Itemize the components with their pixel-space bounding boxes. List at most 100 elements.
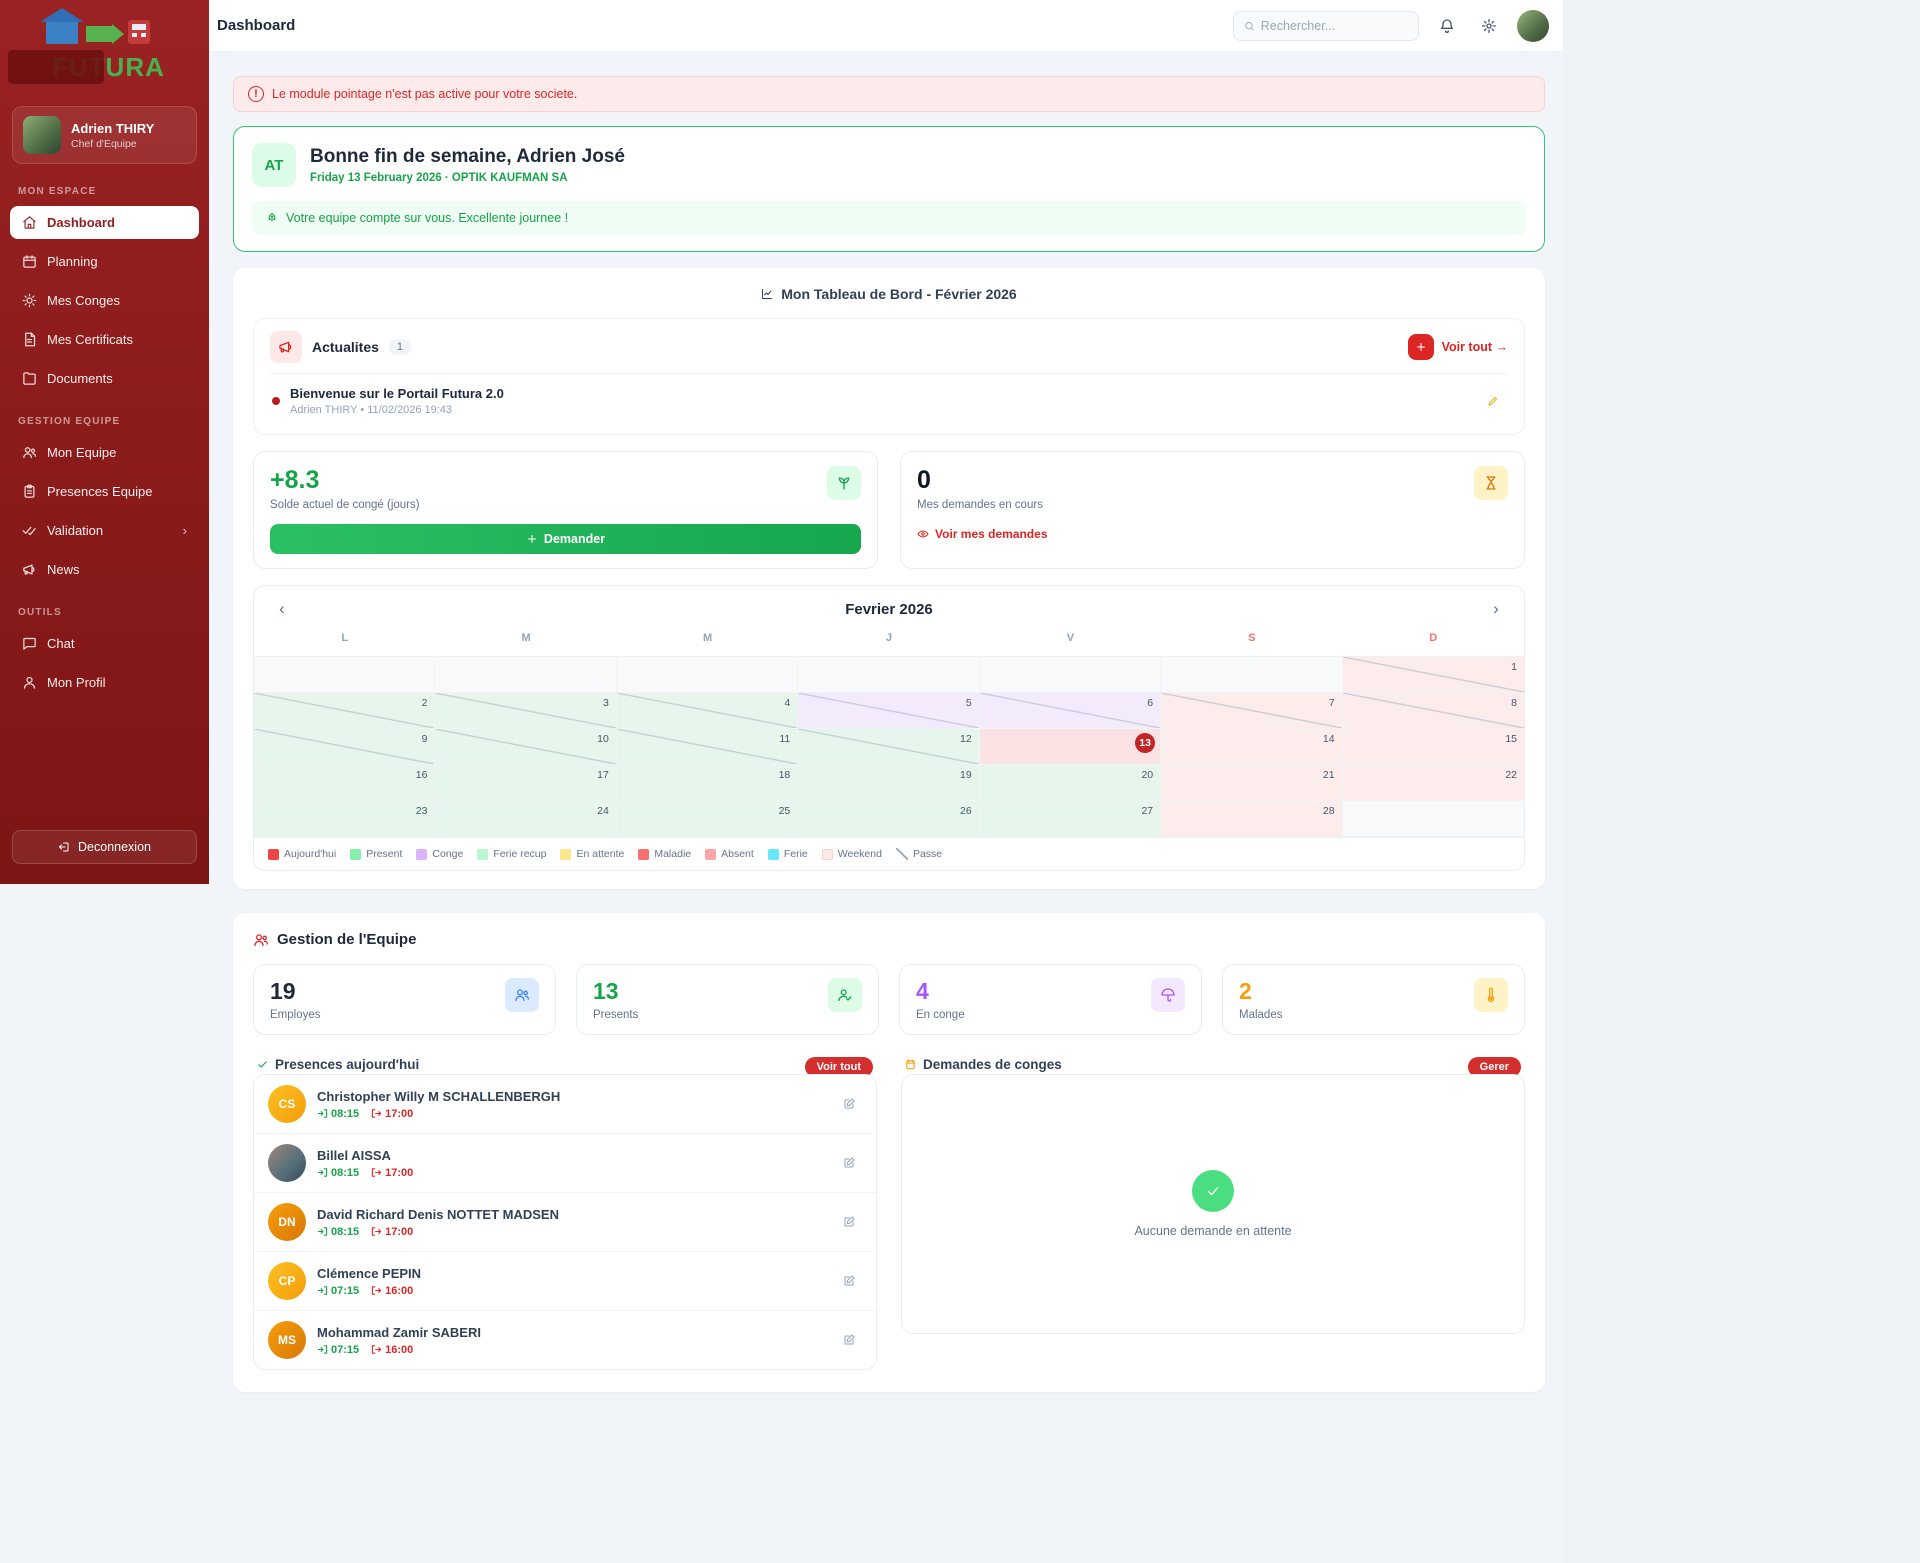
search-box[interactable] bbox=[1233, 11, 1419, 41]
calendar-day[interactable]: 4 bbox=[617, 693, 798, 729]
calendar-day[interactable]: 9 bbox=[254, 729, 435, 765]
time-in: 08:15 bbox=[331, 1108, 359, 1120]
add-news-button[interactable] bbox=[1408, 334, 1434, 360]
calendar-day[interactable]: 15 bbox=[1343, 729, 1524, 765]
calendar-day-headers: L M M J V S D bbox=[254, 632, 1524, 656]
notifications-button[interactable] bbox=[1433, 12, 1461, 40]
sidebar-item-chat[interactable]: Chat bbox=[10, 627, 199, 660]
logout-button[interactable]: Deconnexion bbox=[12, 830, 197, 864]
sidebar-item-presences-equipe[interactable]: Presences Equipe bbox=[10, 475, 199, 508]
calendar-day[interactable]: 16 bbox=[254, 765, 435, 801]
edit-presence-button[interactable] bbox=[836, 1268, 862, 1294]
sidebar-item-validation[interactable]: Validation › bbox=[10, 514, 199, 547]
presence-row[interactable]: Billel AISSA 08:15 17:00 bbox=[254, 1134, 876, 1193]
calendar-day[interactable]: 19 bbox=[798, 765, 979, 801]
calendar-day[interactable]: 8 bbox=[1343, 693, 1524, 729]
calendar-day[interactable]: 20 bbox=[980, 765, 1161, 801]
presence-row[interactable]: MS Mohammad Zamir SABERI 07:15 16:00 bbox=[254, 1311, 876, 1369]
user-icon bbox=[22, 675, 37, 690]
sidebar-item-mes-conges[interactable]: Mes Conges bbox=[10, 284, 199, 317]
calendar-day bbox=[798, 657, 979, 693]
edit-presence-button[interactable] bbox=[836, 1150, 862, 1176]
calendar-day[interactable]: 12 bbox=[798, 729, 979, 765]
calendar-day[interactable]: 2 bbox=[254, 693, 435, 729]
sidebar-item-documents[interactable]: Documents bbox=[10, 362, 199, 395]
calendar-day[interactable]: 18 bbox=[617, 765, 798, 801]
calendar-day[interactable]: 1 bbox=[1343, 657, 1524, 693]
presence-row[interactable]: CP Clémence PEPIN 07:15 16:00 bbox=[254, 1252, 876, 1311]
pencil-square-icon bbox=[843, 1334, 855, 1346]
presence-row[interactable]: DN David Richard Denis NOTTET MADSEN 08:… bbox=[254, 1193, 876, 1252]
sidebar-item-dashboard[interactable]: Dashboard bbox=[10, 206, 199, 239]
calendar-day[interactable]: 10 bbox=[435, 729, 616, 765]
calendar-day[interactable]: 17 bbox=[435, 765, 616, 801]
clock-out-icon bbox=[371, 1344, 382, 1355]
time-in: 08:15 bbox=[331, 1167, 359, 1179]
calendar-prev-button[interactable]: ‹ bbox=[268, 595, 296, 623]
search-icon bbox=[1244, 20, 1255, 32]
employee-avatar: CS bbox=[268, 1085, 306, 1123]
employees-icon-wrap bbox=[505, 978, 539, 1012]
edit-news-button[interactable] bbox=[1480, 388, 1506, 414]
sidebar-item-news[interactable]: News bbox=[10, 553, 199, 586]
day-header-weekend: S bbox=[1161, 632, 1342, 656]
clipboard-icon bbox=[22, 484, 37, 499]
calendar-day[interactable]: 5 bbox=[798, 693, 979, 729]
pencil-square-icon bbox=[843, 1157, 855, 1169]
settings-button[interactable] bbox=[1475, 12, 1503, 40]
time-in: 07:15 bbox=[331, 1285, 359, 1297]
profile-avatar[interactable] bbox=[1517, 10, 1549, 42]
calendar-day[interactable]: 28 bbox=[1161, 801, 1342, 837]
dashboard-card: Mon Tableau de Bord - Février 2026 Actua… bbox=[233, 268, 1545, 889]
sidebar-user-card[interactable]: Adrien THIRY Chef d'Equipe bbox=[12, 106, 197, 164]
calendar-day[interactable]: 14 bbox=[1161, 729, 1342, 765]
stat-label: Malades bbox=[1239, 1009, 1282, 1021]
calendar-day-today[interactable]: 13 bbox=[980, 729, 1161, 765]
sidebar-item-label: Mon Profil bbox=[47, 675, 106, 690]
legend-swatch bbox=[477, 849, 488, 860]
success-check-icon bbox=[1192, 1170, 1234, 1212]
edit-presence-button[interactable] bbox=[836, 1209, 862, 1235]
users-icon bbox=[22, 445, 37, 460]
search-input[interactable] bbox=[1261, 19, 1408, 33]
calendar-day[interactable]: 24 bbox=[435, 801, 616, 837]
request-leave-button[interactable]: Demander bbox=[270, 524, 861, 554]
leave-requests-column: Demandes de conges Gerer Aucune demande … bbox=[901, 1057, 1525, 1370]
calendar-day[interactable]: 7 bbox=[1161, 693, 1342, 729]
presence-row[interactable]: CS Christopher Willy M SCHALLENBERGH 08:… bbox=[254, 1075, 876, 1134]
calendar-day bbox=[1343, 801, 1524, 837]
team-card-title: Gestion de l'Equipe bbox=[277, 931, 416, 948]
file-icon bbox=[22, 332, 37, 347]
edit-presence-button[interactable] bbox=[836, 1327, 862, 1353]
day-header: M bbox=[617, 632, 798, 656]
calendar-day[interactable]: 26 bbox=[798, 801, 979, 837]
time-out: 16:00 bbox=[385, 1344, 413, 1356]
calendar-day[interactable]: 11 bbox=[617, 729, 798, 765]
calendar-day[interactable]: 22 bbox=[1343, 765, 1524, 801]
calendar-day[interactable]: 27 bbox=[980, 801, 1161, 837]
calendar-day[interactable]: 25 bbox=[617, 801, 798, 837]
clock-out-icon bbox=[371, 1226, 382, 1237]
employee-avatar-photo bbox=[268, 1144, 306, 1182]
calendar-day[interactable]: 6 bbox=[980, 693, 1161, 729]
news-view-all-link[interactable]: Voir tout → bbox=[1442, 340, 1508, 354]
calendar-next-button[interactable]: › bbox=[1482, 595, 1510, 623]
stat-employes: 19 Employes bbox=[253, 964, 556, 1035]
clock-out-icon bbox=[371, 1167, 382, 1178]
legend-label: Present bbox=[366, 848, 402, 860]
view-my-requests-link[interactable]: Voir mes demandes bbox=[917, 527, 1508, 541]
news-item[interactable]: Bienvenue sur le Portail Futura 2.0 Adri… bbox=[270, 374, 1508, 428]
sidebar-item-planning[interactable]: Planning bbox=[10, 245, 199, 278]
home-icon bbox=[22, 215, 37, 230]
sidebar-item-label: Mes Certificats bbox=[47, 332, 133, 347]
sidebar-item-mon-profil[interactable]: Mon Profil bbox=[10, 666, 199, 699]
calendar-day[interactable]: 21 bbox=[1161, 765, 1342, 801]
sidebar-item-mes-certificats[interactable]: Mes Certificats bbox=[10, 323, 199, 356]
employee-name: Christopher Willy M SCHALLENBERGH bbox=[317, 1089, 560, 1104]
legend-swatch bbox=[705, 849, 716, 860]
calendar-day[interactable]: 3 bbox=[435, 693, 616, 729]
calendar-day[interactable]: 23 bbox=[254, 801, 435, 837]
sidebar-item-mon-equipe[interactable]: Mon Equipe bbox=[10, 436, 199, 469]
request-leave-label: Demander bbox=[544, 532, 605, 546]
edit-presence-button[interactable] bbox=[836, 1091, 862, 1117]
